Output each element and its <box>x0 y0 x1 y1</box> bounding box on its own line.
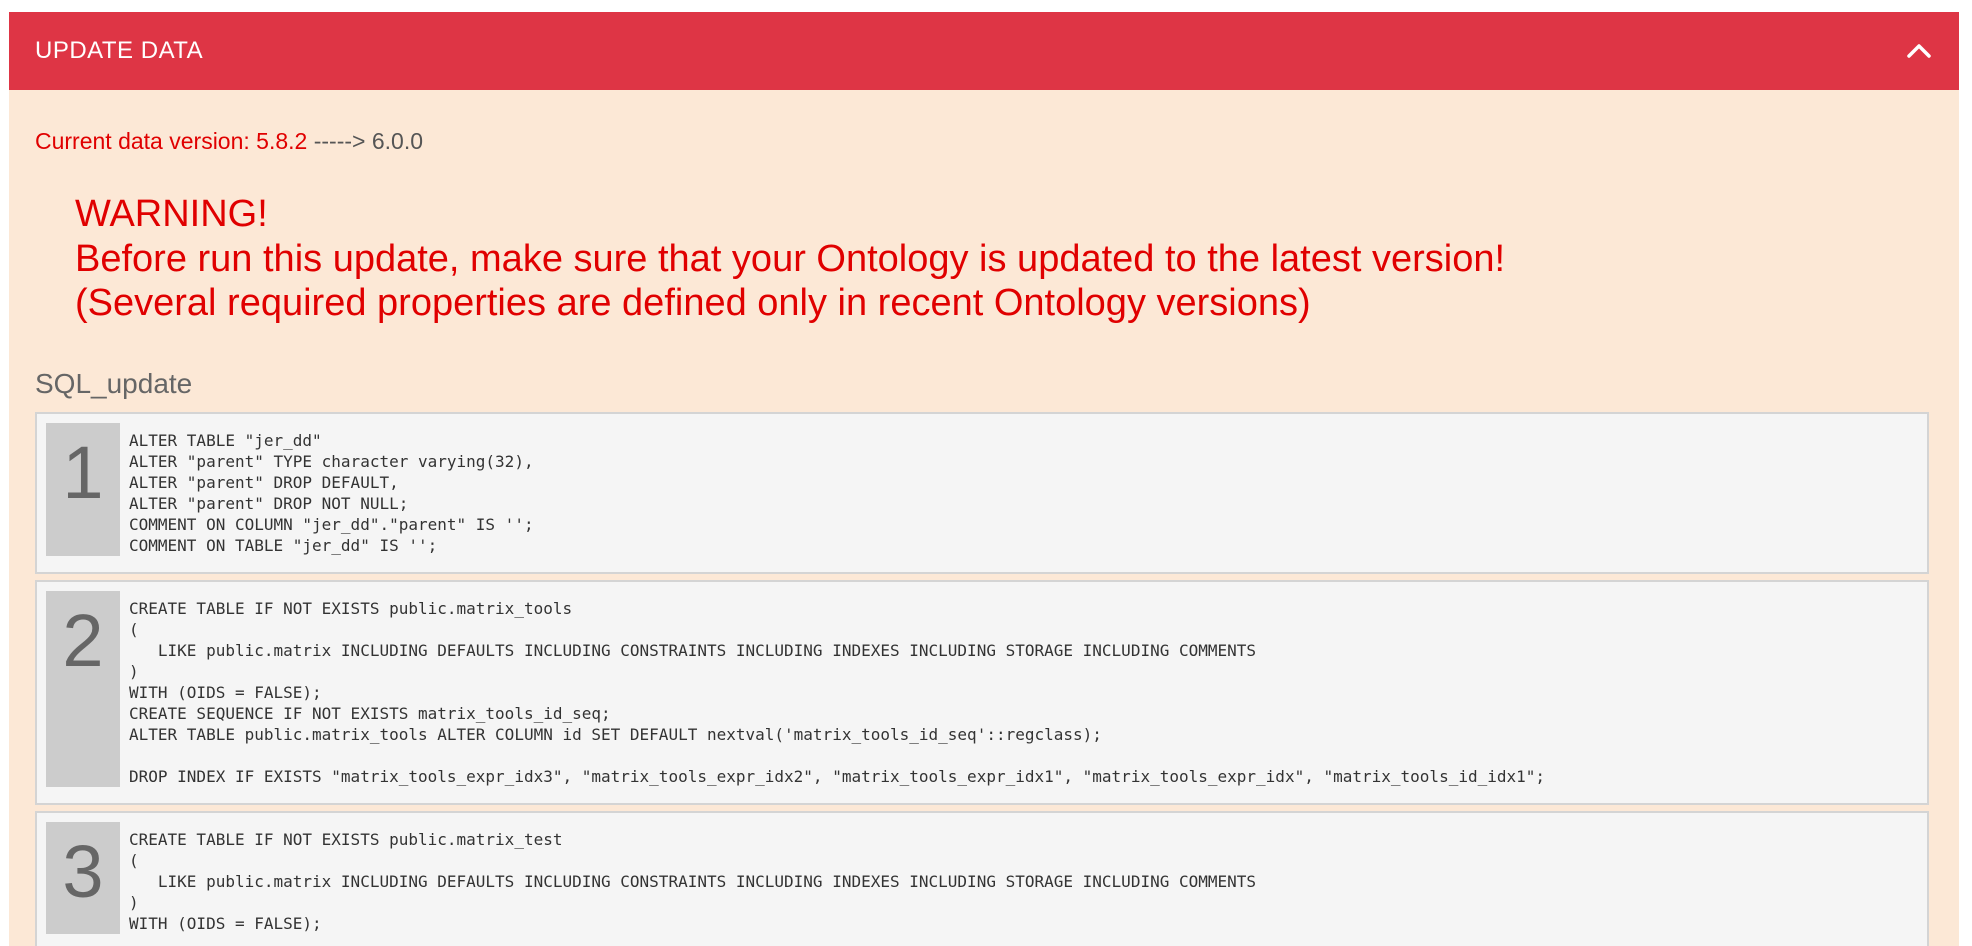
warning-text: Before run this update, make sure that y… <box>75 237 1506 280</box>
sql-block: 1 ALTER TABLE "jer_dd" ALTER "parent" TY… <box>35 411 1929 574</box>
sql-block-number: 2 <box>46 590 120 787</box>
sql-section-title: SQL_update <box>35 367 193 399</box>
panel-body: Current data version: 5.8.2 -----> 6.0.0… <box>9 126 1959 946</box>
sql-block: 2 CREATE TABLE IF NOT EXISTS public.matr… <box>35 579 1929 805</box>
sql-code: ALTER TABLE "jer_dd" ALTER "parent" TYPE… <box>129 430 534 555</box>
sql-block-number: 3 <box>46 821 120 934</box>
warning-title: WARNING! <box>75 193 268 235</box>
warning-message: WARNING! Before run this update, make su… <box>75 192 1933 326</box>
version-arrow: -----> <box>307 128 372 154</box>
sql-block-number: 1 <box>46 422 120 556</box>
warning-note: (Several required properties are defined… <box>75 282 1311 324</box>
update-data-panel: UPDATE DATA Current data version: 5.8.2 … <box>9 12 1959 946</box>
data-version-line: Current data version: 5.8.2 -----> 6.0.0 <box>35 126 1933 156</box>
chevron-up-icon[interactable] <box>1899 31 1939 71</box>
sql-code: CREATE TABLE IF NOT EXISTS public.matrix… <box>129 598 1546 786</box>
sql-update-list: 1 ALTER TABLE "jer_dd" ALTER "parent" TY… <box>35 411 1929 946</box>
current-version-label: Current data version: 5.8.2 <box>35 128 308 154</box>
sql-code: CREATE TABLE IF NOT EXISTS public.matrix… <box>129 829 1257 933</box>
panel-header[interactable]: UPDATE DATA <box>9 12 1959 90</box>
sql-block: 3 CREATE TABLE IF NOT EXISTS public.matr… <box>35 810 1929 946</box>
panel-title: UPDATE DATA <box>35 37 204 64</box>
new-version-label: 6.0.0 <box>371 128 423 154</box>
